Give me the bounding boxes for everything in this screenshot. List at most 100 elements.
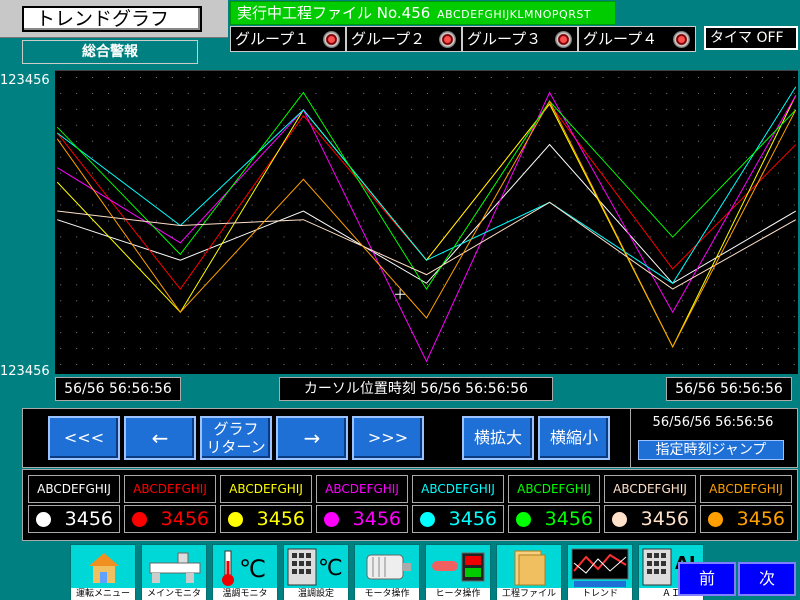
grid-dot bbox=[682, 140, 684, 142]
menu-label-1: 運転メニュー bbox=[71, 588, 135, 600]
legend-name-4: ABCDEFGHIJ bbox=[316, 475, 408, 503]
jump-to-time-button[interactable]: 指定時刻ジャンプ bbox=[638, 440, 784, 460]
general-alarm-button[interactable]: 総合警報 bbox=[22, 40, 198, 64]
grid-dot bbox=[171, 204, 173, 206]
scroll-next-button[interactable]: → bbox=[276, 416, 348, 460]
grid-dot bbox=[219, 92, 221, 94]
grid-dot bbox=[729, 316, 731, 318]
grid-dot bbox=[602, 364, 604, 366]
grid-dot bbox=[650, 364, 652, 366]
grid-dot bbox=[331, 140, 333, 142]
grid-dot bbox=[60, 348, 62, 350]
grid-dot bbox=[777, 316, 779, 318]
menu-button-7[interactable]: 工程ファイル bbox=[496, 544, 562, 600]
grid-dot bbox=[379, 236, 381, 238]
grid-dot bbox=[666, 140, 668, 142]
grid-dot bbox=[618, 284, 620, 286]
grid-dot bbox=[315, 268, 317, 270]
menu-button-4[interactable]: ℃ 温調設定 bbox=[283, 544, 349, 600]
grid-dot bbox=[618, 108, 620, 110]
grid-dot bbox=[155, 316, 157, 318]
grid-dot bbox=[363, 268, 365, 270]
menu-button-2[interactable]: メインモニタ bbox=[141, 544, 207, 600]
grid-dot bbox=[411, 220, 413, 222]
group-1-label: グループ１ bbox=[235, 30, 310, 48]
grid-dot bbox=[60, 124, 62, 126]
grid-dot bbox=[187, 252, 189, 254]
graph-return-button[interactable]: グラフ リターン bbox=[200, 416, 272, 460]
zoom-out-horizontal-button[interactable]: 横縮小 bbox=[538, 416, 610, 460]
grid-dot bbox=[108, 108, 110, 110]
menu-button-8[interactable]: トレンド bbox=[567, 544, 633, 600]
menu-button-3[interactable]: ℃ 温調モニタ bbox=[212, 544, 278, 600]
grid-dot bbox=[602, 140, 604, 142]
prev-page-button[interactable]: 前 bbox=[678, 562, 736, 596]
menu-button-6[interactable]: ヒータ操作 bbox=[425, 544, 491, 600]
legend-value-cell-6: 3456 bbox=[508, 505, 600, 533]
page-title: トレンドグラフ bbox=[22, 6, 202, 32]
grid-dot bbox=[745, 156, 747, 158]
menu-button-1[interactable]: 運転メニュー bbox=[70, 544, 136, 600]
grid-dot bbox=[203, 76, 205, 78]
scroll-last-button[interactable]: >>> bbox=[352, 416, 424, 460]
grid-dot bbox=[139, 172, 141, 174]
next-page-button[interactable]: 次 bbox=[738, 562, 796, 596]
grid-dot bbox=[586, 204, 588, 206]
group-1-button[interactable]: グループ１ bbox=[230, 26, 346, 52]
grid-dot bbox=[171, 252, 173, 254]
grid-dot bbox=[634, 92, 636, 94]
grid-dot bbox=[379, 108, 381, 110]
grid-dot bbox=[634, 108, 636, 110]
trend-chart[interactable] bbox=[55, 70, 798, 374]
grid-dot bbox=[490, 300, 492, 302]
grid-dot bbox=[586, 364, 588, 366]
group-2-button[interactable]: グループ２ bbox=[346, 26, 462, 52]
grid-dot bbox=[283, 124, 285, 126]
grid-dot bbox=[586, 124, 588, 126]
grid-dot bbox=[235, 92, 237, 94]
menu-label-7: 工程ファイル bbox=[497, 588, 561, 600]
grid-dot bbox=[570, 284, 572, 286]
legend-name-1: ABCDEFGHIJ bbox=[28, 475, 120, 503]
grid-dot bbox=[283, 204, 285, 206]
grid-dot bbox=[347, 172, 349, 174]
grid-dot bbox=[634, 316, 636, 318]
menu-button-5[interactable]: モータ操作 bbox=[354, 544, 420, 600]
grid-dot bbox=[538, 300, 540, 302]
y-axis-min-label: 123456 bbox=[0, 364, 50, 379]
grid-dot bbox=[187, 284, 189, 286]
grid-dot bbox=[745, 268, 747, 270]
thermometer-icon: ℃ bbox=[222, 550, 266, 586]
grid-dot bbox=[331, 92, 333, 94]
zoom-in-horizontal-button[interactable]: 横拡大 bbox=[462, 416, 534, 460]
grid-dot bbox=[155, 156, 157, 158]
grid-dot bbox=[187, 316, 189, 318]
grid-dot bbox=[60, 316, 62, 318]
grid-dot bbox=[474, 364, 476, 366]
grid-dot bbox=[458, 140, 460, 142]
grid-dot bbox=[538, 76, 540, 78]
scroll-first-button[interactable]: <<< bbox=[48, 416, 120, 460]
group-3-button[interactable]: グループ３ bbox=[462, 26, 578, 52]
grid-dot bbox=[698, 92, 700, 94]
grid-dot bbox=[315, 156, 317, 158]
grid-dot bbox=[458, 316, 460, 318]
grid-dot bbox=[139, 284, 141, 286]
grid-dot bbox=[251, 108, 253, 110]
grid-dot bbox=[331, 76, 333, 78]
grid-dot bbox=[219, 300, 221, 302]
grid-dot bbox=[347, 92, 349, 94]
grid-dot bbox=[379, 156, 381, 158]
grid-dot bbox=[777, 364, 779, 366]
grid-dot bbox=[602, 76, 604, 78]
grid-dot bbox=[777, 76, 779, 78]
scroll-prev-button[interactable]: ← bbox=[124, 416, 196, 460]
grid-dot bbox=[698, 300, 700, 302]
grid-dot bbox=[92, 204, 94, 206]
grid-dot bbox=[108, 76, 110, 78]
grid-dot bbox=[123, 204, 125, 206]
grid-dot bbox=[618, 188, 620, 190]
timer-toggle-button[interactable]: タイマ OFF bbox=[704, 26, 798, 50]
grid-dot bbox=[777, 204, 779, 206]
group-4-button[interactable]: グループ４ bbox=[578, 26, 696, 52]
